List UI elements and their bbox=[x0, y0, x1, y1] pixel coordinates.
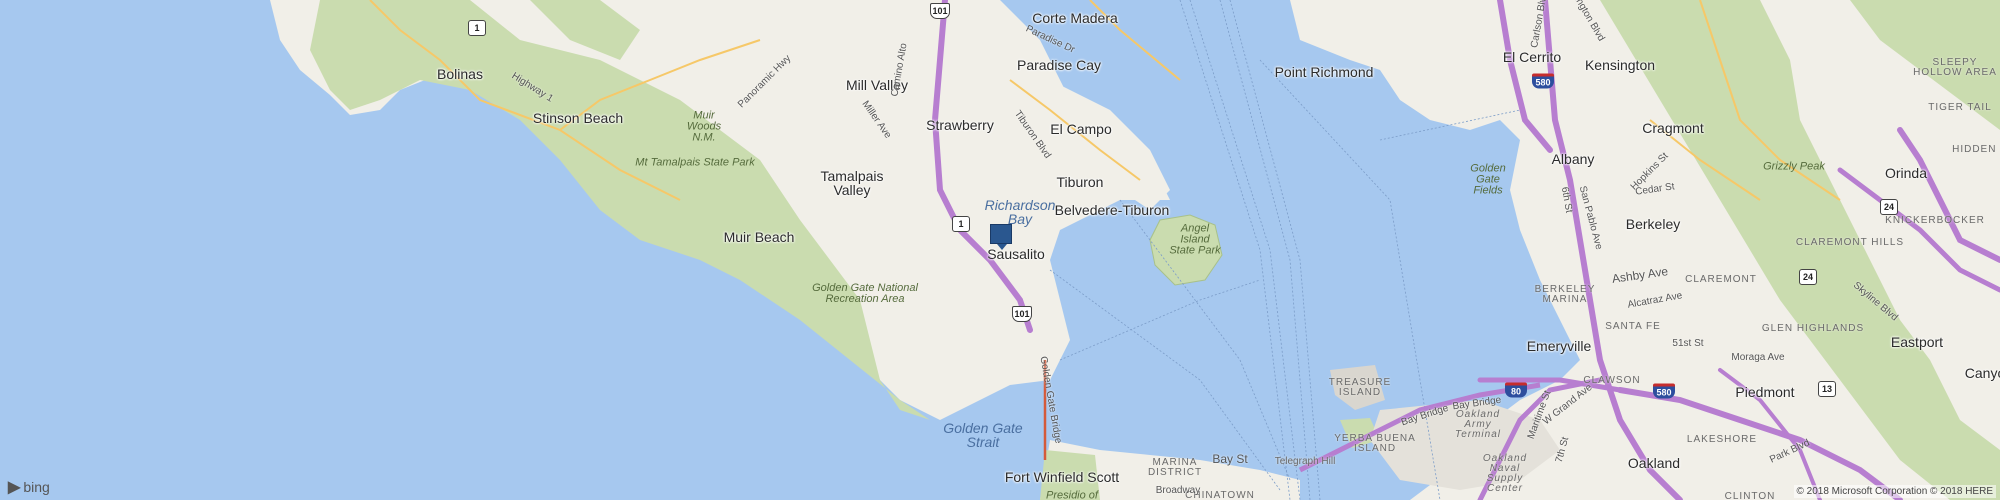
place-tamalpais-valley[interactable]: Tamalpais Valley bbox=[820, 169, 883, 197]
shield-ca-1-north: 1 bbox=[468, 20, 486, 36]
park-golden-gate-fields: Golden Gate Fields bbox=[1470, 162, 1506, 197]
place-eastport[interactable]: Eastport bbox=[1891, 335, 1943, 349]
shield-i-580-south: 580 bbox=[1653, 383, 1675, 399]
shield-ca-13: 13 bbox=[1818, 381, 1836, 397]
place-piedmont[interactable]: Piedmont bbox=[1735, 385, 1794, 399]
shield-ca-1-mid: 1 bbox=[952, 216, 970, 232]
place-belvedere-tiburon[interactable]: Belvedere-Tiburon bbox=[1055, 203, 1170, 217]
area-knickerbocker: KNICKERBOCKER bbox=[1885, 215, 1985, 226]
street-broadway: Broadway bbox=[1155, 485, 1201, 496]
place-berkeley[interactable]: Berkeley bbox=[1626, 217, 1680, 231]
shield-i-80: 80 bbox=[1505, 382, 1527, 398]
place-stinson-beach[interactable]: Stinson Beach bbox=[533, 111, 623, 125]
bing-b-icon: ▶ bbox=[8, 479, 21, 496]
place-bolinas[interactable]: Bolinas bbox=[437, 67, 483, 81]
water-golden-gate-strait: Golden Gate Strait bbox=[943, 420, 1023, 450]
place-corte-madera[interactable]: Corte Madera bbox=[1032, 11, 1118, 25]
shield-us-101-north: 101 bbox=[930, 3, 950, 19]
place-el-campo[interactable]: El Campo bbox=[1050, 122, 1111, 136]
place-paradise-cay[interactable]: Paradise Cay bbox=[1017, 58, 1101, 72]
park-muir-woods: Muir Woods N.M. bbox=[686, 109, 722, 144]
park-golden-gate-nra: Golden Gate National Recreation Area bbox=[812, 282, 918, 305]
area-marina-district: MARINA DISTRICT bbox=[1147, 457, 1203, 478]
area-glen-highlands: GLEN HIGHLANDS bbox=[1761, 323, 1865, 334]
bing-logo: ▶ bing bbox=[8, 477, 50, 497]
place-orinda[interactable]: Orinda bbox=[1885, 166, 1927, 180]
place-el-cerrito[interactable]: El Cerrito bbox=[1503, 50, 1561, 64]
area-yerba-buena-island: YERBA BUENA ISLAND bbox=[1334, 433, 1416, 454]
shield-us-101-mid: 101 bbox=[1012, 306, 1032, 322]
area-hidden: HIDDEN V bbox=[1952, 144, 2000, 155]
park-mt-tamalpais: Mt Tamalpais State Park bbox=[635, 156, 755, 169]
street-51st-st: 51st St bbox=[1672, 338, 1704, 349]
area-claremont-hills: CLAREMONT HILLS bbox=[1795, 237, 1905, 248]
map-canvas[interactable]: Corte Madera Bolinas Stinson Beach Mill … bbox=[0, 0, 2000, 500]
location-pin[interactable] bbox=[990, 224, 1012, 250]
area-treasure-island: TREASURE ISLAND bbox=[1328, 377, 1392, 398]
place-tiburon[interactable]: Tiburon bbox=[1057, 175, 1104, 189]
place-point-richmond[interactable]: Point Richmond bbox=[1275, 65, 1374, 79]
area-sleepy-hollow: SLEEPY HOLLOW AREA bbox=[1913, 57, 1997, 78]
place-canyon[interactable]: Canyo bbox=[1965, 366, 2000, 380]
shield-i-580-north: 580 bbox=[1532, 73, 1554, 89]
street-moraga-ave: Moraga Ave bbox=[1731, 352, 1785, 363]
place-emeryville[interactable]: Emeryville bbox=[1527, 339, 1592, 353]
bing-logo-text: bing bbox=[23, 479, 50, 495]
park-grizzly-peak: Grizzly Peak bbox=[1763, 160, 1825, 173]
area-tiger-tail: TIGER TAIL bbox=[1928, 102, 1992, 113]
place-cragmont[interactable]: Cragmont bbox=[1642, 121, 1703, 135]
area-telegraph-hill: Telegraph Hill bbox=[1274, 456, 1336, 467]
place-oakland[interactable]: Oakland bbox=[1628, 456, 1680, 470]
area-santa-fe: SANTA FE bbox=[1605, 321, 1661, 332]
park-presidio: Presidio of bbox=[1046, 489, 1098, 500]
area-oakland-army-terminal: Oakland Army Terminal bbox=[1455, 409, 1501, 440]
copyright-notice: © 2018 Microsoft Corporation © 2018 HERE bbox=[1793, 485, 1996, 498]
shield-ca-24-west: 24 bbox=[1799, 269, 1817, 285]
place-muir-beach[interactable]: Muir Beach bbox=[724, 230, 795, 244]
area-clawson: CLAWSON bbox=[1583, 375, 1641, 386]
place-sausalito[interactable]: Sausalito bbox=[987, 247, 1045, 261]
area-berkeley-marina: BERKELEY MARINA bbox=[1534, 284, 1596, 305]
place-kensington[interactable]: Kensington bbox=[1585, 58, 1655, 72]
area-oakland-naval-supply: Oakland Naval Supply Center bbox=[1482, 453, 1528, 494]
place-fort-winfield-scott[interactable]: Fort Winfield Scott bbox=[1005, 470, 1119, 484]
place-albany[interactable]: Albany bbox=[1552, 152, 1595, 166]
water-richardson-bay: Richardson Bay bbox=[984, 197, 1056, 227]
park-angel-island: Angel Island State Park bbox=[1169, 222, 1221, 257]
area-claremont: CLAREMONT bbox=[1685, 274, 1757, 285]
area-clinton: CLINTON bbox=[1724, 491, 1776, 500]
street-bay-st: Bay St bbox=[1212, 452, 1248, 466]
place-strawberry[interactable]: Strawberry bbox=[926, 118, 994, 132]
area-lakeshore: LAKESHORE bbox=[1686, 434, 1758, 445]
shield-ca-24-east: 24 bbox=[1880, 199, 1898, 215]
